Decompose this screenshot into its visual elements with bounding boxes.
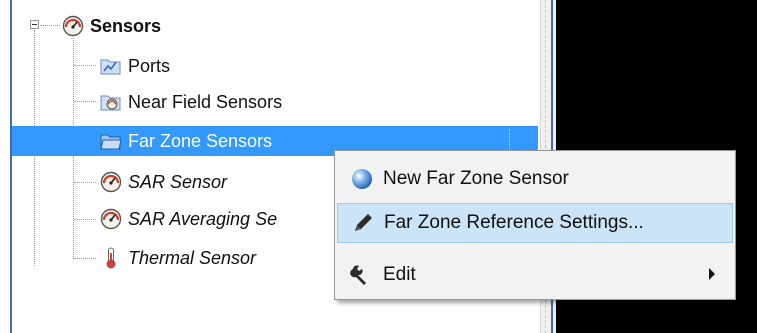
folder-gauge-icon <box>100 91 122 113</box>
tree-node-label: Ports <box>128 55 171 76</box>
menu-item-label: Edit <box>383 264 416 285</box>
tree-connector <box>74 182 96 183</box>
menu-item-label: Far Zone Reference Settings... <box>384 212 644 233</box>
pencil-icon <box>348 208 378 238</box>
app-window: Sensors Ports Near Field Sensors Far Zon… <box>0 0 757 333</box>
tree-connector <box>74 101 96 102</box>
tree-connector <box>74 258 96 259</box>
tree-node-ports[interactable]: Ports <box>100 53 170 79</box>
wrench-icon <box>347 260 377 290</box>
tree-connector <box>74 219 96 220</box>
context-menu: New Far Zone Sensor Far Zone Reference S… <box>334 150 736 300</box>
folder-open-icon <box>100 130 122 152</box>
globe-sphere-icon <box>347 164 377 194</box>
tree-node-label: SAR Sensor <box>128 171 228 192</box>
menu-item-edit[interactable]: Edit <box>337 255 733 295</box>
menu-item-label: New Far Zone Sensor <box>383 168 569 189</box>
tree-node-thermal-sensor[interactable]: Thermal Sensor <box>100 245 256 271</box>
tree-node-sar-averaging-sensor[interactable]: SAR Averaging Se <box>100 206 277 232</box>
tree-node-label: Near Field Sensors <box>128 91 283 112</box>
tree-connector <box>74 65 96 66</box>
gauge-icon <box>100 171 122 193</box>
tree-node-label: Far Zone Sensors <box>128 130 273 151</box>
tree-node-label: SAR Averaging Se <box>128 208 278 229</box>
thermometer-icon <box>100 247 122 269</box>
collapse-toggle[interactable] <box>30 20 39 29</box>
gauge-icon <box>100 208 122 230</box>
gauge-icon <box>62 15 84 37</box>
submenu-arrow-icon <box>709 268 715 280</box>
tree-node-sar-sensor[interactable]: SAR Sensor <box>100 169 227 195</box>
tree-node-label: Thermal Sensor <box>128 247 257 268</box>
folder-chart-icon <box>100 55 122 77</box>
tree-node-near-field-sensors[interactable]: Near Field Sensors <box>100 89 282 115</box>
tree-node-label: Sensors <box>90 15 162 36</box>
menu-item-new-far-zone-sensor[interactable]: New Far Zone Sensor <box>337 159 733 199</box>
tree-node-far-zone-sensors[interactable]: Far Zone Sensors <box>100 128 272 154</box>
tree-connector <box>40 25 60 26</box>
menu-item-far-zone-reference-settings[interactable]: Far Zone Reference Settings... <box>337 203 733 243</box>
tree-node-sensors[interactable]: Sensors <box>62 13 161 39</box>
